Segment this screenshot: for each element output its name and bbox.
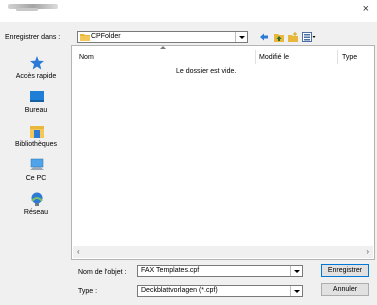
place-network[interactable]: Réseau [4, 192, 68, 230]
file-type-value: Deckblattvorlagen (*.cpf) [141, 287, 218, 294]
desktop-icon [30, 91, 44, 102]
view-menu-icon[interactable] [302, 32, 316, 42]
column-header-modified[interactable]: Modifié le [259, 54, 289, 61]
title-bar: × [0, 0, 377, 22]
folder-icon [80, 34, 90, 41]
place-label: Bureau [24, 107, 48, 114]
chevron-down-icon[interactable] [235, 32, 247, 42]
save-button[interactable]: Enregistrer [321, 264, 369, 277]
column-header-name[interactable]: Nom [79, 54, 94, 61]
filename-field[interactable]: FAX Templates.cpf [137, 265, 303, 277]
place-label: Ce PC [25, 175, 47, 182]
network-icon [31, 192, 43, 206]
up-folder-icon[interactable] [274, 32, 284, 42]
place-this-pc[interactable]: Ce PC [4, 158, 68, 196]
file-type-dropdown[interactable]: Deckblattvorlagen (*.cpf) [137, 285, 303, 297]
place-libraries[interactable]: Bibliothèques [4, 124, 68, 162]
close-button[interactable]: × [363, 3, 369, 15]
filename-value: FAX Templates.cpf [141, 267, 200, 274]
chevron-down-icon[interactable] [290, 286, 302, 296]
window-title-obscured-2 [16, 8, 38, 11]
column-separator[interactable] [255, 50, 256, 64]
scroll-right-icon[interactable]: › [366, 247, 369, 256]
empty-folder-message: Le dossier est vide. [176, 68, 237, 75]
place-label: Bibliothèques [14, 141, 58, 148]
sort-ascending-icon [160, 46, 166, 49]
back-arrow-icon[interactable] [259, 32, 269, 42]
scroll-left-icon[interactable]: ‹ [77, 247, 80, 256]
computer-icon [30, 158, 44, 170]
file-list[interactable]: Nom Modifié le Type Le dossier est vide.… [71, 45, 375, 260]
type-label: Type : [78, 288, 98, 295]
new-folder-icon[interactable] [288, 32, 298, 42]
place-label: Accès rapide [15, 73, 57, 80]
cancel-button[interactable]: Annuler [321, 283, 369, 296]
column-header-type[interactable]: Type [342, 54, 357, 61]
save-in-label: Enregistrer dans : [5, 34, 61, 41]
chevron-down-icon[interactable] [290, 266, 302, 276]
libraries-icon [30, 126, 44, 138]
location-dropdown[interactable]: CPFolder [77, 31, 248, 43]
filename-label: Nom de l'objet : [78, 269, 127, 276]
star-icon [30, 56, 44, 70]
column-separator[interactable] [337, 50, 338, 64]
horizontal-scrollbar[interactable]: ‹ › [73, 246, 373, 258]
location-value: CPFolder [91, 33, 121, 40]
place-desktop[interactable]: Bureau [4, 90, 68, 128]
place-label: Réseau [23, 209, 49, 216]
place-quick-access[interactable]: Accès rapide [4, 56, 68, 94]
